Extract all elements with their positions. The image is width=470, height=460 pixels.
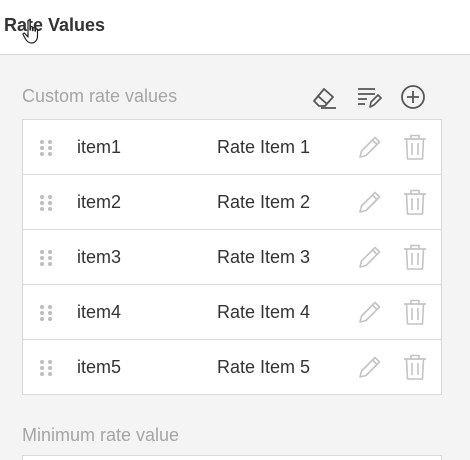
list-item[interactable]: item4 Rate Item 4 xyxy=(23,285,441,340)
add-circle-icon[interactable] xyxy=(399,83,427,111)
panel-title: Rate Values xyxy=(4,15,106,35)
item-name: item5 xyxy=(77,357,122,377)
drag-handle-icon[interactable] xyxy=(39,304,53,322)
custom-rate-list: item1 Rate Item 1 item2 Rate Item 2 item… xyxy=(22,119,442,395)
trash-icon[interactable] xyxy=(403,243,427,271)
panel-header: Rate Values xyxy=(0,0,470,55)
pencil-icon[interactable] xyxy=(357,354,383,380)
item-name: item4 xyxy=(77,302,122,322)
list-item[interactable]: item1 Rate Item 1 xyxy=(23,120,441,175)
item-name: item2 xyxy=(77,192,122,212)
drag-handle-icon[interactable] xyxy=(39,359,53,377)
item-name: item1 xyxy=(77,137,122,157)
trash-icon[interactable] xyxy=(403,298,427,326)
list-item[interactable]: item2 Rate Item 2 xyxy=(23,175,441,230)
hand-cursor-icon xyxy=(22,19,39,44)
item-name: item3 xyxy=(77,247,122,267)
item-label: Rate Item 1 xyxy=(217,137,311,157)
drag-handle-icon[interactable] xyxy=(39,194,53,212)
drag-handle-icon[interactable] xyxy=(39,249,53,267)
minimum-rate-value-input[interactable] xyxy=(22,455,442,460)
list-edit-icon[interactable] xyxy=(355,83,383,111)
item-label: Rate Item 5 xyxy=(217,357,311,377)
list-item[interactable]: item3 Rate Item 3 xyxy=(23,230,441,285)
eraser-icon[interactable] xyxy=(310,83,338,111)
pencil-icon[interactable] xyxy=(357,134,383,160)
pencil-icon[interactable] xyxy=(357,189,383,215)
list-item[interactable]: item5 Rate Item 5 xyxy=(23,340,441,395)
item-label: Rate Item 3 xyxy=(217,247,311,267)
pencil-icon[interactable] xyxy=(357,299,383,325)
trash-icon[interactable] xyxy=(403,133,427,161)
pencil-icon[interactable] xyxy=(357,244,383,270)
item-label: Rate Item 2 xyxy=(217,192,311,212)
drag-handle-icon[interactable] xyxy=(39,139,53,157)
custom-rate-values-title: Custom rate values xyxy=(22,86,178,106)
minimum-rate-value-title: Minimum rate value xyxy=(22,425,180,445)
trash-icon[interactable] xyxy=(403,188,427,216)
item-label: Rate Item 4 xyxy=(217,302,311,322)
trash-icon[interactable] xyxy=(403,353,427,381)
